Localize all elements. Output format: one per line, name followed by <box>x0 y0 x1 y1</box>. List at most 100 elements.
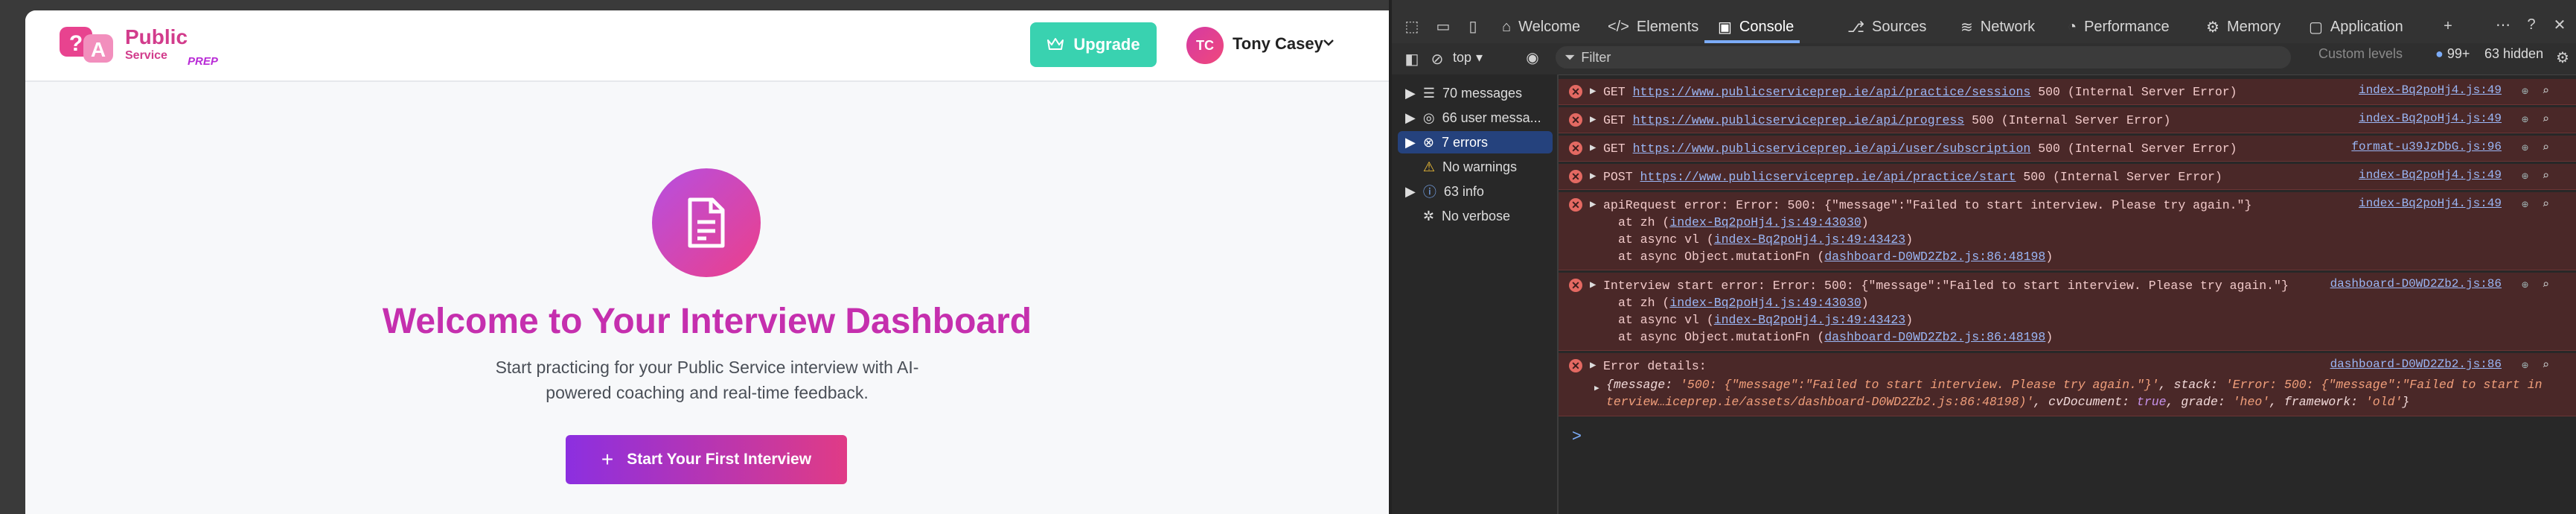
wifi-icon: ≋ <box>1960 19 1973 36</box>
warning-icon: ⚠ <box>1422 159 1435 174</box>
sidebar-item-warnings[interactable]: ▶⚠No warnings <box>1398 156 1553 178</box>
more-icon[interactable]: ⋯ <box>2493 15 2513 34</box>
sidebar-item-messages[interactable]: ▶ ☰ 70 messages <box>1398 82 1553 104</box>
devtools-panel: ⬚ ▭ ▯ ⌂ Welcome </> Elements ▣ Console ⎇ Sou… <box>1392 0 2576 514</box>
tab-application[interactable]: ▢ Application <box>2309 13 2403 40</box>
source-link[interactable]: index-Bq2poHj4.js:49 <box>2359 83 2502 97</box>
search-icon[interactable]: ⌕ <box>2542 197 2549 212</box>
avatar[interactable]: TC <box>1186 27 1224 64</box>
request-url-link[interactable]: https://www.publicserviceprep.ie/api/pra… <box>1633 85 2031 99</box>
tab-console[interactable]: ▣ Console <box>1718 13 1794 40</box>
error-icon: ✕ <box>1569 142 1582 155</box>
log-row[interactable]: ✕ ▶ GET https://www.publicserviceprep.ie… <box>1559 79 2576 105</box>
help-icon[interactable]: ? <box>2522 15 2541 34</box>
request-url-link[interactable]: https://www.publicserviceprep.ie/api/pro… <box>1633 113 1965 127</box>
app-header: ? A Public Service PREP Upgrade TC Tony … <box>25 10 1389 82</box>
filter-icon: ⏷ <box>1565 49 1576 65</box>
request-url-link[interactable]: https://www.publicserviceprep.ie/api/use… <box>1633 142 2031 156</box>
clear-console-icon[interactable]: ⊘ <box>1428 49 1447 69</box>
tab-network[interactable]: ≋ Network <box>1960 13 2035 40</box>
hero-title: Welcome to Your Interview Dashboard <box>382 302 1032 341</box>
ai-explain-icon[interactable]: ⊕ <box>2522 358 2528 372</box>
expand-icon[interactable]: ▶ <box>1590 198 1596 211</box>
search-icon[interactable]: ⌕ <box>2542 358 2549 372</box>
ai-explain-icon[interactable]: ⊕ <box>2522 169 2528 183</box>
tab-elements[interactable]: </> Elements <box>1608 13 1698 40</box>
sidebar-toggle-icon[interactable]: ◧ <box>1402 49 1422 69</box>
stack-frame: at zh (index-Bq2poHj4.js:49:43030) <box>1618 215 1869 229</box>
svg-text:A: A <box>91 38 106 61</box>
expand-icon[interactable]: ▶ <box>1590 279 1596 291</box>
search-icon[interactable]: ⌕ <box>2542 112 2549 127</box>
issues-counter[interactable]: ● 99+ <box>2435 46 2470 62</box>
source-link[interactable]: index-Bq2poHj4.js:49 <box>2359 112 2502 125</box>
log-row[interactable]: ✕ ▶ apiRequest error: Error: 500: {"mess… <box>1559 192 2576 270</box>
search-icon[interactable]: ⌕ <box>2542 140 2549 155</box>
log-row[interactable]: ✕ ▶ POST https://www.publicserviceprep.i… <box>1559 164 2576 190</box>
logo-name: Public <box>125 25 188 48</box>
request-url-link[interactable]: https://www.publicserviceprep.ie/api/pra… <box>1640 170 2016 184</box>
dock-icon[interactable]: ▯ <box>1463 16 1483 36</box>
app-icon: ▢ <box>2309 19 2323 36</box>
log-row[interactable]: ✕ ▶ GET https://www.publicserviceprep.ie… <box>1559 107 2576 133</box>
stack-frame: at async vl (index-Bq2poHj4.js:49:43423) <box>1618 232 1914 247</box>
ai-explain-icon[interactable]: ⊕ <box>2522 278 2528 292</box>
device-icon[interactable]: ▭ <box>1434 16 1453 36</box>
logo[interactable]: ? A Public Service PREP <box>58 22 218 70</box>
sidebar-item-info[interactable]: ▶ ⓘ 63 info <box>1398 180 1553 203</box>
ai-explain-icon[interactable]: ⊕ <box>2522 112 2528 127</box>
issues-dot-icon: ● <box>2435 46 2444 61</box>
source-link[interactable]: dashboard-D0WD2Zb2.js:86 <box>2330 358 2502 371</box>
inspect-icon[interactable]: ⬚ <box>1402 16 1422 36</box>
expand-icon[interactable]: ▶ <box>1590 113 1596 126</box>
error-icon: ✕ <box>1569 198 1582 212</box>
chip-icon: ⚙ <box>2206 19 2219 36</box>
sources-icon: ⎇ <box>1847 19 1865 36</box>
filter-input[interactable]: ⏷ Filter <box>1556 46 2291 69</box>
add-tab-icon[interactable]: + <box>2438 16 2458 36</box>
upgrade-button[interactable]: Upgrade <box>1030 22 1157 67</box>
search-icon[interactable]: ⌕ <box>2542 277 2549 292</box>
user-name[interactable]: Tony Casey <box>1233 34 1323 54</box>
console-prompt[interactable]: > <box>1572 426 1582 445</box>
stack-frame: at async Object.mutationFn (dashboard-D0… <box>1618 250 2054 264</box>
source-link[interactable]: dashboard-D0WD2Zb2.js:86 <box>2330 277 2502 291</box>
ai-explain-icon[interactable]: ⊕ <box>2522 197 2528 212</box>
expand-icon[interactable]: ▶ <box>1590 85 1596 98</box>
settings-icon[interactable]: ⚙ <box>2553 48 2572 67</box>
tab-memory[interactable]: ⚙ Memory <box>2206 13 2281 40</box>
upgrade-label: Upgrade <box>1073 35 1140 54</box>
close-icon[interactable]: ✕ <box>2550 15 2569 34</box>
source-link[interactable]: index-Bq2poHj4.js:49 <box>2359 168 2502 182</box>
levels-dropdown[interactable]: Custom levels <box>2318 46 2403 62</box>
stack-frame: at async Object.mutationFn (dashboard-D0… <box>1618 330 2054 344</box>
expand-icon[interactable]: ▶ <box>1590 142 1596 154</box>
sidebar-item-verbose[interactable]: ▶✲No verbose <box>1398 205 1553 227</box>
bug-icon: ✲ <box>1422 208 1434 223</box>
start-interview-button[interactable]: + Start Your First Interview <box>566 435 847 484</box>
expand-object-icon[interactable]: ▶ <box>1594 383 1599 393</box>
search-icon[interactable]: ⌕ <box>2542 83 2549 98</box>
sidebar-item-errors[interactable]: ▶ ⊗ 7 errors <box>1398 131 1553 153</box>
tab-performance[interactable]: ◔ Performance <box>2068 13 2170 40</box>
ai-explain-icon[interactable]: ⊕ <box>2522 84 2528 98</box>
context-selector[interactable]: top ▾ <box>1453 46 1495 69</box>
sidebar-item-user-messages[interactable]: ▶ ◎ 66 user messa... <box>1398 107 1553 129</box>
ai-explain-icon[interactable]: ⊕ <box>2522 141 2528 155</box>
log-row[interactable]: ✕ ▶ Interview start error: Error: 500: {… <box>1559 273 2576 351</box>
expand-icon[interactable]: ▶ <box>1590 359 1596 372</box>
log-row[interactable]: ✕ ▶ Error details: dashboard-D0WD2Zb2.js… <box>1559 353 2576 416</box>
expand-icon[interactable]: ▶ <box>1590 170 1596 183</box>
source-link[interactable]: index-Bq2poHj4.js:49 <box>2359 197 2502 210</box>
tab-welcome[interactable]: ⌂ Welcome <box>1502 13 1580 40</box>
log-row[interactable]: ✕ ▶ GET https://www.publicserviceprep.ie… <box>1559 136 2576 162</box>
tab-sources[interactable]: ⎇ Sources <box>1847 13 1926 40</box>
crown-icon <box>1047 38 1064 50</box>
stack-frame: at zh (index-Bq2poHj4.js:49:43030) <box>1618 296 1869 310</box>
search-icon[interactable]: ⌕ <box>2542 168 2549 183</box>
source-link[interactable]: format-u39JzDbG.js:96 <box>2351 140 2502 153</box>
logo-tag: PREP <box>188 55 218 68</box>
eye-icon[interactable]: ◉ <box>1523 48 1542 67</box>
console-icon: ▣ <box>1718 19 1732 36</box>
chevron-down-icon[interactable] <box>1320 34 1337 51</box>
